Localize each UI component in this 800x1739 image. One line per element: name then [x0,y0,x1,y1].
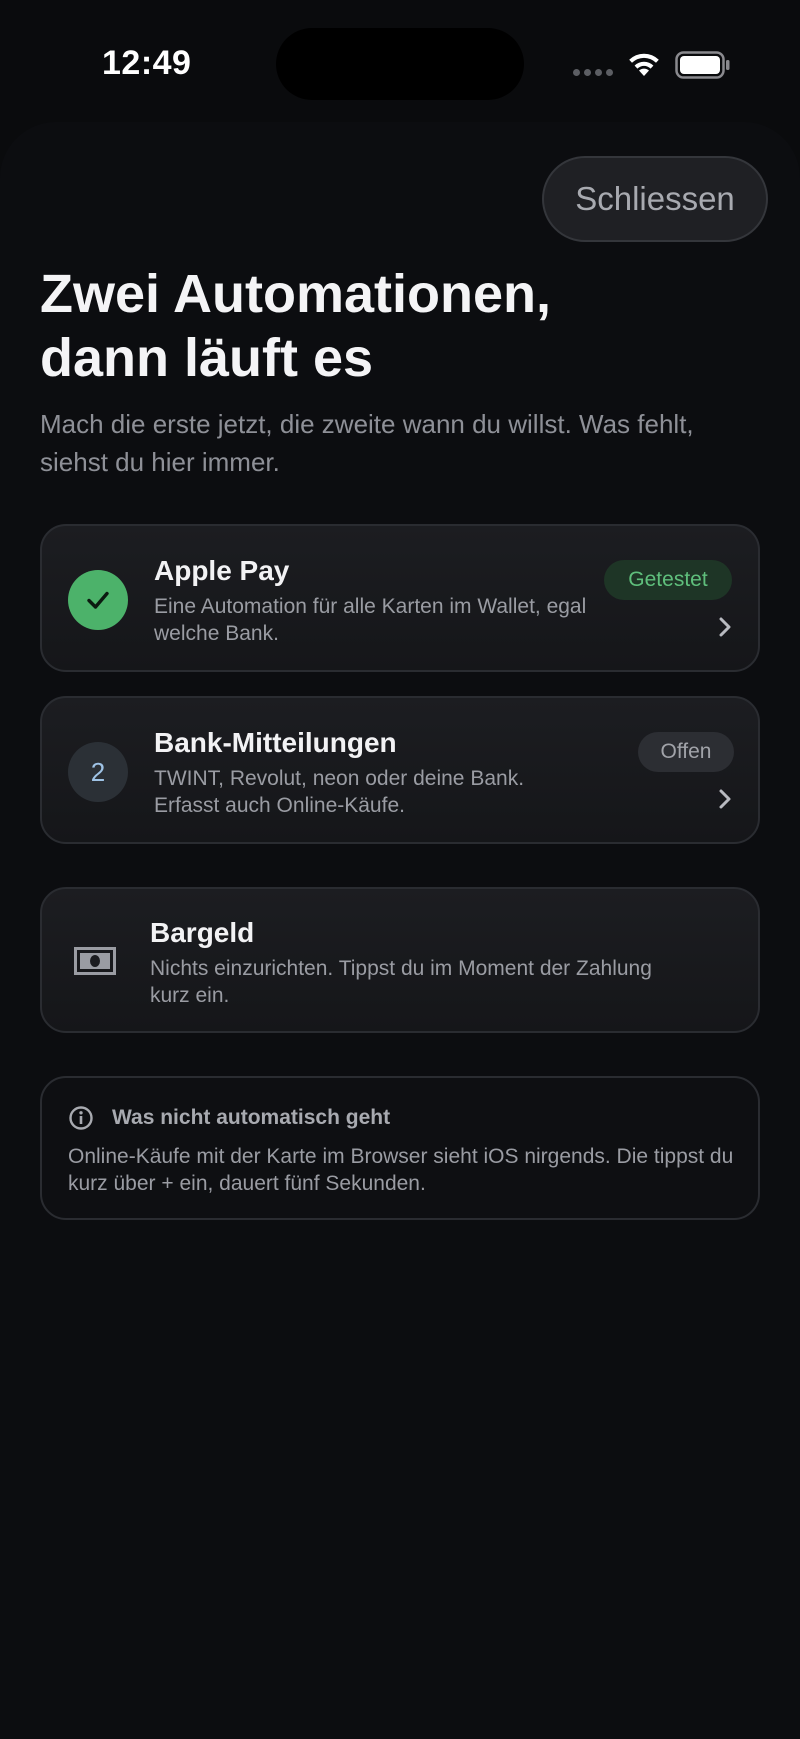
info-icon [69,1106,93,1130]
step-description: TWINT, Revolut, neon oder deine Bank. Er… [154,767,525,817]
close-button[interactable]: Schliessen [542,156,768,242]
step-card-apple-pay[interactable]: Apple Pay Eine Automation für alle Karte… [40,524,760,672]
banknote-icon [74,947,116,975]
page-title-line-2: dann läuft es [40,328,374,388]
page-title-line-1: Zwei Automationen, [40,264,551,324]
chevron-right-icon [719,789,731,809]
step-done-indicator [68,570,128,630]
step-title: Apple Pay [154,555,290,586]
checkmark-icon [87,591,109,609]
cash-description: Nichts einzurichten. Tippst du im Moment… [150,957,652,1007]
cellular-signal-icon [573,69,613,76]
step-title: Bank-Mitteilungen [154,727,397,758]
status-bar: 12:49 [0,0,800,120]
step-description: Eine Automation für alle Karten im Walle… [154,595,587,645]
page-title: Zwei Automationen, dann läuft es [40,262,760,390]
page-subtitle: Mach die erste jetzt, die zweite wann du… [40,409,694,477]
battery-icon [675,51,730,79]
cash-card: Bargeld Nichts einzurichten. Tippst du i… [40,887,760,1033]
cash-title: Bargeld [150,917,255,948]
info-title: Was nicht automatisch geht [112,1106,391,1129]
chevron-right-icon [719,617,731,637]
status-badge: Getestet [604,560,732,600]
step-number-indicator: 2 [68,742,128,802]
status-badge: Offen [638,732,734,772]
info-text: Online-Käufe mit der Karte im Browser si… [68,1145,734,1195]
dynamic-island [276,28,524,100]
status-time: 12:49 [102,44,192,82]
info-box: Was nicht automatisch geht Online-Käufe … [40,1076,760,1220]
wifi-icon [629,53,659,76]
step-card-bank-notifications[interactable]: 2 Bank-Mitteilungen TWINT, Revolut, neon… [40,696,760,844]
